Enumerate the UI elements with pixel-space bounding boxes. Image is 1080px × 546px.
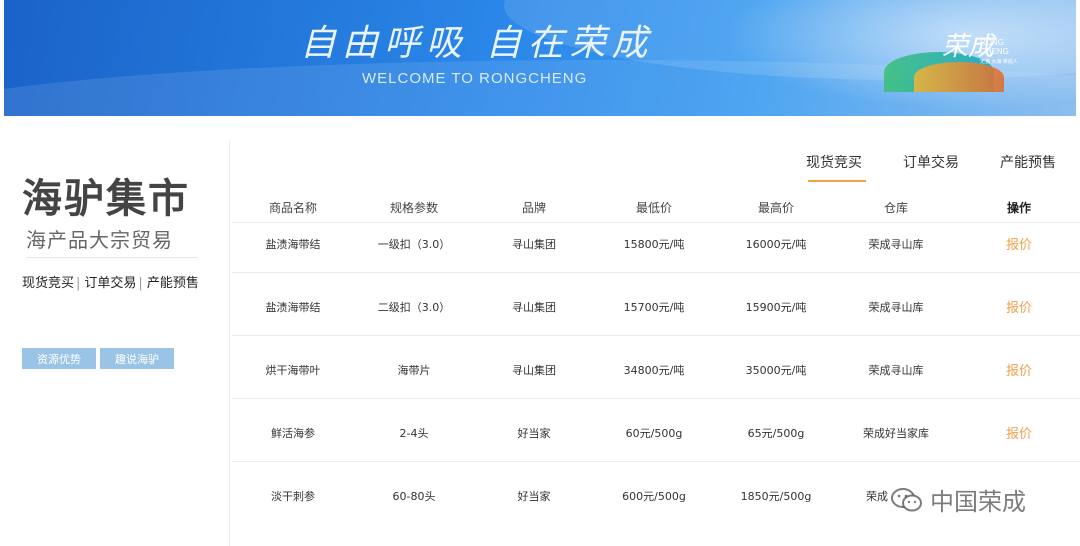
wechat-icon <box>891 487 922 511</box>
sidebar-link-presale[interactable]: 产能预售 <box>147 276 199 291</box>
separator: | <box>138 276 143 291</box>
logo-slogan: 无畏 大海 荣成人 <box>980 59 1018 65</box>
column-header: 最高价 <box>757 201 794 215</box>
cell-name: 烘干海带叶 <box>265 364 321 377</box>
cell-max-price: 1850元/500g <box>740 490 812 503</box>
tab-spot-auction[interactable]: 现货竞买 <box>806 152 862 172</box>
fun-story-button[interactable]: 趣说海驴 <box>100 348 174 369</box>
logo-en-line: CHENG <box>980 47 1009 56</box>
logo-hill-icon <box>914 62 1004 92</box>
cell-brand: 寻山集团 <box>512 238 556 251</box>
column-header: 最低价 <box>635 201 672 215</box>
table-row: 鲜活海参 2-4头 好当家 60元/500g 65元/500g 荣成好当家库 报… <box>232 399 1080 462</box>
cell-warehouse: 荣成寻山库 <box>868 364 924 377</box>
cell-name: 盐渍海带结 <box>265 301 321 314</box>
sidebar-links: 现货竞买 | 订单交易 | 产能预售 <box>22 272 199 291</box>
separator: | <box>76 276 81 291</box>
cell-spec: 60-80头 <box>392 490 436 503</box>
sidebar-link-order[interactable]: 订单交易 <box>84 276 136 291</box>
vertical-divider <box>229 140 230 546</box>
wechat-watermark: 中国荣成 <box>890 482 1026 517</box>
top-banner: 自由呼吸 自在荣成 WELCOME TO RONGCHENG 荣成 RONG C… <box>4 0 1076 116</box>
cell-warehouse: 荣成寻山库 <box>868 301 924 314</box>
column-header: 商品名称 <box>268 201 317 215</box>
resource-advantage-button[interactable]: 资源优势 <box>22 348 96 369</box>
brand-divider <box>26 257 198 258</box>
quote-link[interactable]: 报价 <box>959 360 1079 379</box>
column-header: 品牌 <box>521 201 546 215</box>
cell-name: 盐渍海带结 <box>265 238 321 251</box>
cell-min-price: 600元/500g <box>622 490 686 503</box>
sidebar-link-spot[interactable]: 现货竞买 <box>22 276 74 291</box>
table-row: 烘干海带叶 海带片 寻山集团 34800元/吨 35000元/吨 荣成寻山库 报… <box>232 336 1080 399</box>
tab-bar: 现货竞买 订单交易 产能预售 <box>0 150 1080 190</box>
cell-max-price: 65元/500g <box>747 427 805 440</box>
tab-capacity-presale[interactable]: 产能预售 <box>1000 152 1056 172</box>
cell-name: 鲜活海参 <box>271 427 315 440</box>
column-header: 操作 <box>1006 201 1031 215</box>
cell-max-price: 16000元/吨 <box>745 238 807 251</box>
quote-link[interactable]: 报价 <box>959 234 1079 253</box>
cell-spec: 海带片 <box>397 364 431 377</box>
cell-spec: 二级扣（3.0） <box>377 301 451 314</box>
cell-warehouse: 荣成好当家库 <box>863 427 929 440</box>
cell-brand: 好当家 <box>517 490 551 503</box>
quote-link[interactable]: 报价 <box>959 297 1079 316</box>
cell-spec: 2-4头 <box>399 427 429 440</box>
cell-min-price: 60元/500g <box>625 427 683 440</box>
quote-link[interactable]: 报价 <box>959 423 1079 442</box>
table-header: 商品名称 规格参数 品牌 最低价 最高价 仓库 操作 <box>232 188 1080 223</box>
cell-brand: 寻山集团 <box>512 364 556 377</box>
cell-max-price: 35000元/吨 <box>745 364 807 377</box>
sidebar-buttons: 资源优势 趣说海驴 <box>22 348 174 369</box>
cell-brand: 好当家 <box>517 427 551 440</box>
cell-min-price: 15700元/吨 <box>623 301 685 314</box>
cell-min-price: 34800元/吨 <box>623 364 685 377</box>
rongcheng-logo: 荣成 RONG CHENG 无畏 大海 荣成人 <box>884 22 1044 102</box>
table-row: 盐渍海带结 二级扣（3.0） 寻山集团 15700元/吨 15900元/吨 荣成… <box>232 273 1080 336</box>
brand-tagline: 海产品大宗贸易 <box>26 228 173 252</box>
logo-en-line: RONG <box>980 38 1004 47</box>
product-table: 商品名称 规格参数 品牌 最低价 最高价 仓库 操作 盐渍海带结 一级扣（3.0… <box>232 188 1080 525</box>
cell-spec: 一级扣（3.0） <box>377 238 451 251</box>
column-header: 规格参数 <box>389 201 438 215</box>
banner-subtitle: WELCOME TO RONGCHENG <box>362 70 588 87</box>
logo-text: RONG CHENG <box>980 38 1009 56</box>
banner-title: 自由呼吸 自在荣成 <box>300 23 654 64</box>
active-tab-indicator <box>808 180 866 182</box>
cell-warehouse: 荣成寻山库 <box>868 238 924 251</box>
tab-order-trade[interactable]: 订单交易 <box>903 152 959 172</box>
cell-name: 淡干刺参 <box>271 490 315 503</box>
cell-min-price: 15800元/吨 <box>623 238 685 251</box>
watermark-text: 中国荣成 <box>930 488 1026 516</box>
table-row: 盐渍海带结 一级扣（3.0） 寻山集团 15800元/吨 16000元/吨 荣成… <box>232 223 1080 273</box>
cell-brand: 寻山集团 <box>512 301 556 314</box>
cell-max-price: 15900元/吨 <box>745 301 807 314</box>
column-header: 仓库 <box>883 201 908 215</box>
